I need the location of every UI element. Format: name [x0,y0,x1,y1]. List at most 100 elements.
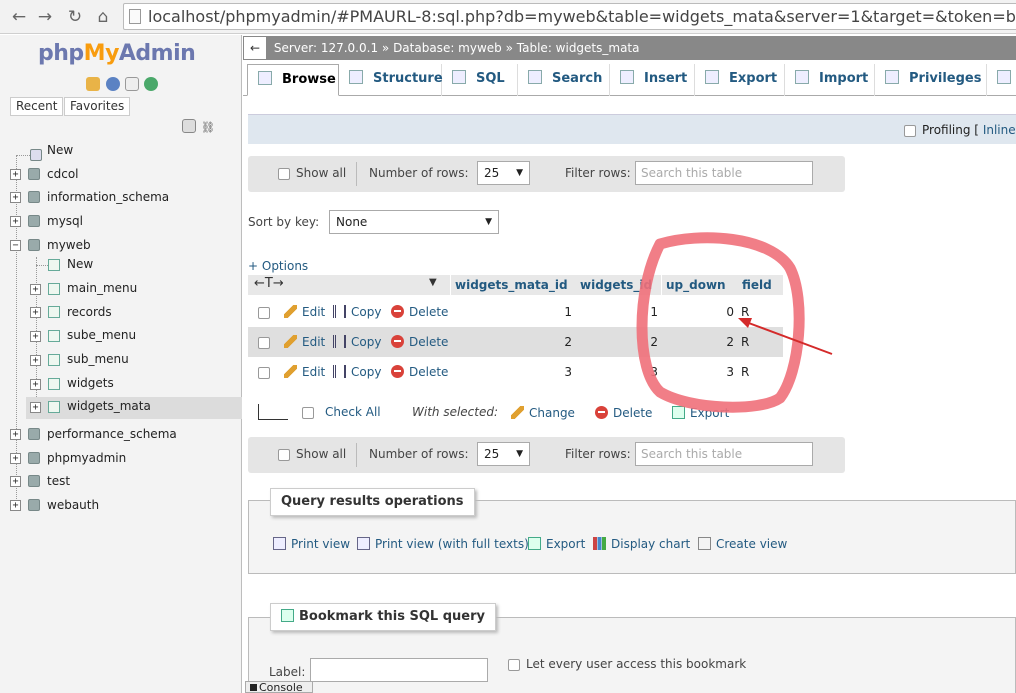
link-icon[interactable]: ⛓ [201,121,215,134]
tab-sql[interactable]: SQL [442,64,518,96]
column-header-up-down[interactable]: up_down [662,275,738,295]
filter-input[interactable]: Search this table [635,442,813,466]
collapse-nav-icon[interactable]: ← [244,37,266,59]
expand-icon[interactable]: + [30,379,41,390]
favorites-tab[interactable]: Favorites [64,97,131,116]
row-checkbox[interactable] [258,336,270,350]
edit-link[interactable]: Edit [284,327,325,357]
tab-import[interactable]: Import [785,64,875,96]
edit-link[interactable]: Edit [284,297,325,327]
cell-field[interactable]: R [741,297,749,327]
copy-link[interactable]: Copy [333,357,381,387]
address-bar[interactable]: localhost/phpmyadmin/#PMAURL-8:sql.php?d… [123,3,1016,30]
reload-icon[interactable]: ↻ [64,6,86,28]
tab-browse[interactable]: Browse [247,64,339,96]
expand-icon[interactable]: + [30,307,41,318]
column-resize-icon[interactable]: ←T→ [254,276,284,291]
export-link[interactable]: Export [528,537,585,551]
inline-link[interactable]: Inline [983,123,1016,137]
show-all-checkbox[interactable] [278,167,290,181]
rows-select[interactable]: 25 ▼ [477,442,530,466]
expand-icon[interactable]: + [10,453,21,464]
tree-item-main-menu[interactable]: main_menu [67,278,137,298]
print-view-link[interactable]: Print view [273,537,350,551]
tree-item-cdcol[interactable]: cdcol [47,164,79,184]
filter-input[interactable]: Search this table [635,161,813,185]
tree-item-performance-schema[interactable]: performance_schema [47,424,177,444]
cell-up-down[interactable]: 0 [662,297,734,327]
delete-link[interactable]: Delete [391,357,448,387]
tree-item-sub-menu[interactable]: sub_menu [67,349,129,369]
create-view-link[interactable]: Create view [698,537,787,551]
cell-field[interactable]: R [741,357,749,387]
check-all-checkbox[interactable] [302,406,314,420]
tab-search[interactable]: Search [518,64,610,96]
cell-up-down[interactable]: 3 [662,357,734,387]
sort-select[interactable]: None ▼ [329,210,499,234]
tab-structure[interactable]: Structure [339,64,443,96]
profiling-checkbox[interactable] [904,124,916,138]
cell-widgets-mata-id[interactable]: 1 [451,297,572,327]
home-icon[interactable] [86,77,100,91]
expand-icon[interactable]: + [30,284,41,295]
expand-icon[interactable]: + [30,355,41,366]
tree-item-information-schema[interactable]: information_schema [47,187,169,207]
tab-insert[interactable]: Insert [610,64,695,96]
tab-operations[interactable] [987,64,1016,96]
cell-widgets-id[interactable]: 2 [576,327,658,357]
bookmark-share-checkbox[interactable] [508,658,520,672]
expand-icon[interactable]: + [10,192,21,203]
collapse-icon[interactable]: − [10,240,21,251]
cell-widgets-id[interactable]: 3 [576,357,658,387]
options-link[interactable]: + Options [248,259,308,273]
row-checkbox[interactable] [258,366,270,380]
column-header-field[interactable]: field [738,275,783,295]
phpmyadmin-logo[interactable]: phpMyAdmin [38,41,196,66]
tree-item-test[interactable]: test [47,471,70,491]
bulk-export-button[interactable]: Export [672,406,729,420]
tree-item-records[interactable]: records [67,302,112,322]
display-chart-link[interactable]: Display chart [593,537,690,551]
back-icon[interactable]: ← [8,6,30,28]
tree-item-sube-menu[interactable]: sube_menu [67,325,136,345]
tree-item-widgets-mata[interactable]: widgets_mata [67,396,151,416]
tree-item-new-table[interactable]: New [67,254,93,274]
tree-item-webauth[interactable]: webauth [47,495,99,515]
delete-link[interactable]: Delete [391,297,448,327]
expand-icon[interactable]: + [10,500,21,511]
expand-icon[interactable]: + [10,476,21,487]
copy-link[interactable]: Copy [333,297,381,327]
bookmark-label-input[interactable] [310,658,488,682]
delete-link[interactable]: Delete [391,327,448,357]
home-icon[interactable]: ⌂ [92,6,114,28]
logout-icon[interactable] [106,77,120,91]
column-header-widgets-id[interactable]: widgets_id [576,275,661,295]
cell-widgets-mata-id[interactable]: 2 [451,327,572,357]
print-view-full-link[interactable]: Print view (with full texts) [357,537,529,551]
recent-tab[interactable]: Recent [10,97,64,116]
check-all-link[interactable]: Check All [325,405,381,419]
console-button[interactable]: Console [245,681,313,693]
cell-widgets-mata-id[interactable]: 3 [451,357,572,387]
tab-privileges[interactable]: Privileges [875,64,987,96]
row-checkbox[interactable] [258,306,270,320]
reload-nav-icon[interactable] [144,77,158,91]
rows-select[interactable]: 25 ▼ [477,161,530,185]
cell-up-down[interactable]: 2 [662,327,734,357]
forward-icon[interactable]: → [34,6,56,28]
edit-link[interactable]: Edit [284,357,325,387]
breadcrumb-table[interactable]: Table: widgets_mata [517,41,640,55]
show-all-checkbox[interactable] [278,448,290,462]
expand-icon[interactable]: + [10,429,21,440]
cell-widgets-id[interactable]: 1 [576,297,658,327]
expand-icon[interactable]: + [10,169,21,180]
bulk-change-button[interactable]: Change [511,406,575,420]
breadcrumb-database[interactable]: Database: myweb [393,41,502,55]
collapse-all-icon[interactable] [182,119,196,133]
tree-item-mysql[interactable]: mysql [47,211,83,231]
breadcrumb-server[interactable]: Server: 127.0.0.1 [274,41,378,55]
tree-item-widgets[interactable]: widgets [67,373,114,393]
tree-item-new[interactable]: New [47,140,73,160]
expand-icon[interactable]: + [30,331,41,342]
expand-icon[interactable]: + [10,216,21,227]
